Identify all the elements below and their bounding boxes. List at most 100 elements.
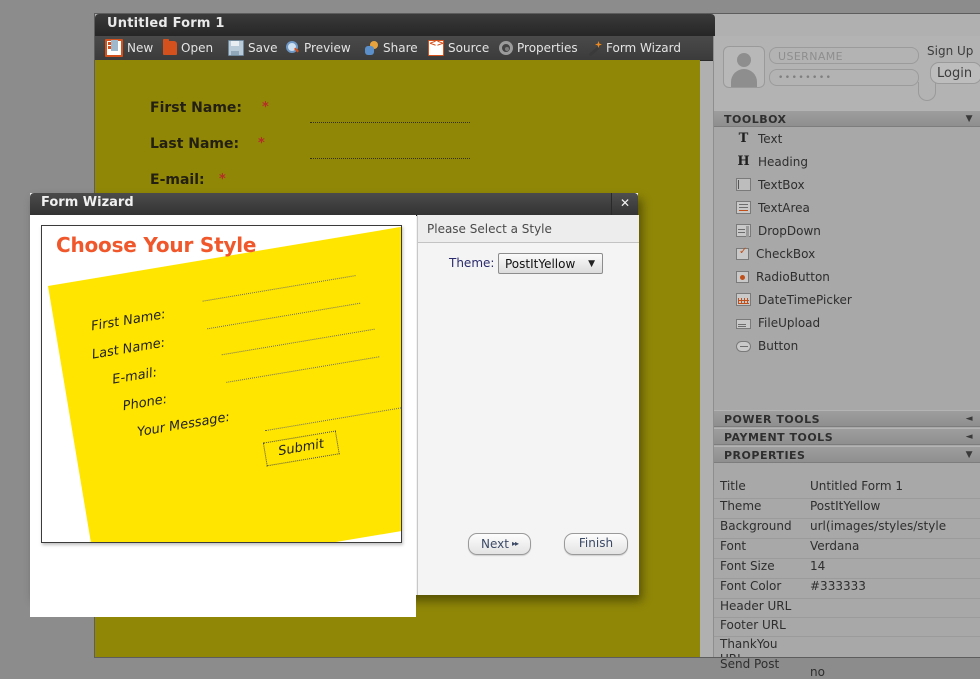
section-header-power-tools[interactable]: POWER TOOLS ◄ bbox=[714, 410, 980, 427]
toolbox-label: TextArea bbox=[758, 200, 810, 215]
section-title-power-tools: POWER TOOLS bbox=[724, 413, 820, 426]
sign-up-link[interactable]: Sign Up bbox=[927, 44, 973, 58]
property-value[interactable]: no bbox=[810, 665, 825, 679]
toolbox-item-datetimepicker[interactable]: DateTimePicker bbox=[736, 289, 852, 310]
toolbox-item-fileupload[interactable]: FileUpload bbox=[736, 312, 820, 333]
right-side-panel: USERNAME •••••••• Sign Up Login TOOLBOX … bbox=[713, 36, 980, 679]
toolbar-label-properties: Properties bbox=[517, 41, 578, 55]
close-icon[interactable]: ✕ bbox=[611, 193, 638, 215]
toolbox-label: Text bbox=[758, 131, 783, 146]
toolbox-label: CheckBox bbox=[756, 246, 816, 261]
toolbar-button-save[interactable]: Save bbox=[228, 39, 277, 57]
new-document-icon bbox=[105, 39, 123, 57]
toolbar-label-preview: Preview bbox=[304, 41, 351, 55]
section-title-toolbox: TOOLBOX bbox=[724, 113, 787, 126]
chevron-down-icon[interactable]: ▼ bbox=[966, 111, 973, 128]
table-row[interactable]: Background url(images/styles/style bbox=[714, 519, 980, 539]
toolbox-item-textbox[interactable]: TextBox bbox=[736, 174, 805, 195]
toolbar-button-properties[interactable]: Properties bbox=[499, 39, 578, 57]
toolbar-button-form-wizard[interactable]: Form Wizard bbox=[588, 39, 681, 57]
toolbar-button-preview[interactable]: Preview bbox=[286, 39, 351, 57]
toolbox-item-radiobutton[interactable]: RadioButton bbox=[736, 266, 830, 287]
toolbox-item-dropdown[interactable]: DropDown bbox=[736, 220, 821, 241]
toolbox-item-text[interactable]: T Text bbox=[736, 128, 783, 149]
code-brackets-icon bbox=[428, 37, 444, 56]
table-row[interactable]: Font Size 14 bbox=[714, 559, 980, 579]
table-row[interactable]: Header URL bbox=[714, 599, 980, 618]
toolbar-label-share: Share bbox=[383, 41, 418, 55]
checkbox-icon bbox=[736, 246, 749, 260]
theme-label: Theme: bbox=[449, 256, 495, 270]
property-key: Font Color bbox=[720, 579, 782, 593]
double-chevron-right-icon: ▸▸ bbox=[511, 539, 519, 548]
table-row[interactable]: Footer URL bbox=[714, 618, 980, 637]
table-row[interactable]: Theme PostItYellow bbox=[714, 499, 980, 519]
property-value[interactable]: url(images/styles/style bbox=[810, 519, 946, 533]
theme-select[interactable]: PostItYellow ▼ bbox=[498, 253, 603, 274]
property-value[interactable]: #333333 bbox=[810, 579, 866, 593]
fileupload-icon bbox=[736, 318, 751, 329]
postit-label: Your Message: bbox=[136, 409, 231, 441]
username-input[interactable]: USERNAME bbox=[769, 47, 919, 64]
property-value[interactable]: PostItYellow bbox=[810, 499, 880, 513]
toolbox-label: DropDown bbox=[758, 223, 821, 238]
table-row[interactable]: Send Post no bbox=[714, 657, 980, 679]
chevron-left-icon[interactable]: ◄ bbox=[966, 411, 973, 428]
property-value[interactable]: Verdana bbox=[810, 539, 859, 553]
page-title: Untitled Form 1 bbox=[107, 16, 225, 31]
table-row[interactable]: Font Verdana bbox=[714, 539, 980, 559]
toolbox-item-heading[interactable]: H Heading bbox=[736, 151, 808, 172]
property-key: Footer URL bbox=[720, 618, 786, 632]
postit-label: Last Name: bbox=[90, 335, 167, 363]
dropdown-icon bbox=[736, 224, 751, 237]
toolbar-button-open[interactable]: Open bbox=[163, 39, 213, 57]
toolbox-item-checkbox[interactable]: CheckBox bbox=[736, 243, 815, 264]
next-button-label: Next bbox=[481, 537, 509, 551]
chevron-left-icon[interactable]: ◄ bbox=[966, 429, 973, 446]
section-header-properties[interactable]: PROPERTIES ▼ bbox=[714, 446, 980, 463]
preview-heading: Choose Your Style bbox=[56, 233, 257, 257]
toolbar-label-open: Open bbox=[181, 41, 214, 55]
toolbar-label-save: Save bbox=[248, 41, 278, 55]
toolbar-button-source[interactable]: Source bbox=[428, 37, 489, 57]
theme-select-value: PostItYellow bbox=[505, 257, 576, 271]
heading-h-icon: H bbox=[737, 154, 750, 169]
toolbox-item-button[interactable]: Button bbox=[736, 335, 798, 356]
toolbar-label-form-wizard: Form Wizard bbox=[606, 41, 681, 55]
chevron-down-icon[interactable]: ▼ bbox=[966, 447, 973, 464]
property-key: Background bbox=[720, 519, 792, 533]
login-button[interactable]: Login bbox=[930, 62, 980, 84]
password-input[interactable]: •••••••• bbox=[769, 69, 919, 86]
magic-wand-icon bbox=[588, 41, 602, 55]
window-title-bar: Untitled Form 1 bbox=[95, 14, 715, 37]
style-preview-card[interactable]: First Name: Last Name: E-mail: Phone: Yo… bbox=[41, 225, 402, 543]
toolbox-item-textarea[interactable]: TextArea bbox=[736, 197, 810, 218]
property-key: Theme bbox=[720, 499, 762, 513]
toolbox-label: Button bbox=[758, 338, 799, 353]
property-key: ThankYou URL bbox=[720, 637, 778, 657]
toolbar-button-new[interactable]: New bbox=[105, 39, 153, 57]
toolbox-label: Heading bbox=[758, 154, 808, 169]
calendar-icon bbox=[736, 293, 751, 306]
chevron-down-icon: ▼ bbox=[588, 259, 595, 269]
property-value[interactable]: Untitled Form 1 bbox=[810, 479, 903, 493]
table-row[interactable]: Title Untitled Form 1 bbox=[714, 479, 980, 499]
table-row[interactable]: ThankYou URL bbox=[714, 637, 980, 657]
options-header: Please Select a Style bbox=[418, 215, 639, 243]
table-row[interactable]: Font Color #333333 bbox=[714, 579, 980, 599]
property-key: Font bbox=[720, 539, 747, 553]
text-t-icon: T bbox=[738, 131, 749, 146]
section-header-payment-tools[interactable]: PAYMENT TOOLS ◄ bbox=[714, 428, 980, 445]
textarea-icon bbox=[736, 201, 751, 214]
theme-row: Theme: PostItYellow ▼ bbox=[418, 253, 639, 277]
postit-note-graphic: First Name: Last Name: E-mail: Phone: Yo… bbox=[48, 226, 401, 542]
radiobutton-icon bbox=[736, 270, 749, 283]
postit-label: E-mail: bbox=[111, 365, 159, 388]
section-header-toolbox[interactable]: TOOLBOX ▼ bbox=[714, 110, 980, 127]
postit-submit-button: Submit bbox=[262, 430, 340, 467]
next-button[interactable]: Next ▸▸ bbox=[468, 533, 531, 555]
property-value[interactable]: 14 bbox=[810, 559, 825, 573]
toolbar-label-new: New bbox=[127, 41, 154, 55]
finish-button[interactable]: Finish bbox=[564, 533, 628, 555]
toolbar-button-share[interactable]: Share bbox=[365, 39, 418, 57]
